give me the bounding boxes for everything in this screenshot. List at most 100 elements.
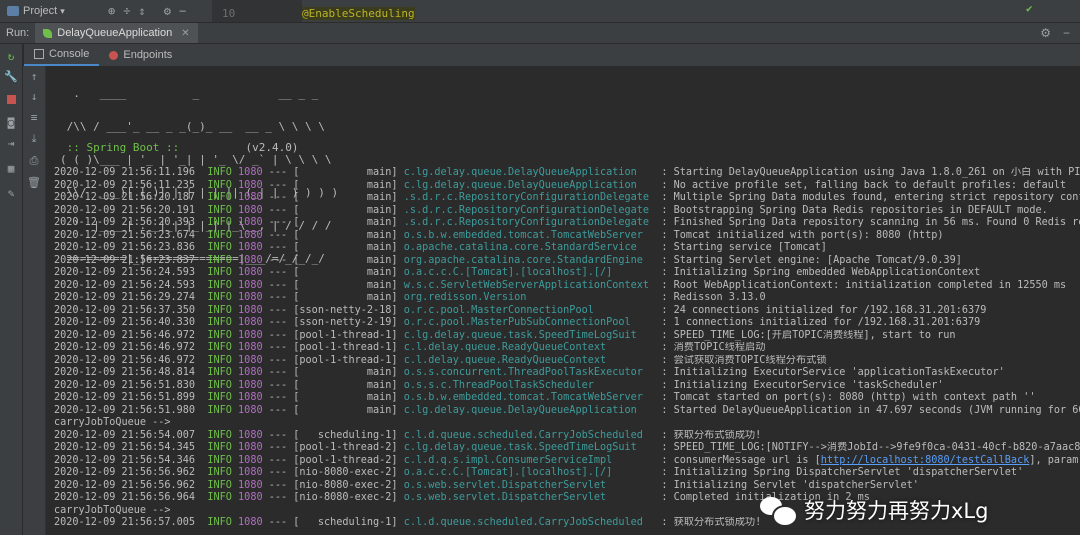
log-thread: [pool-1-thread-1] [293,354,398,366]
log-message: : consumerMessage url is [ [661,454,821,466]
log-level: INFO [207,242,232,253]
log-timestamp: 2020-12-09 21:56:37.350 [54,304,196,316]
log-timestamp: 2020-12-09 21:56:24.593 [54,279,196,291]
check-icon: ✔ [1026,2,1033,15]
arrow-down-icon[interactable]: ↓ [23,90,45,103]
log-logger: c.lg.delay.queue.task.SpeedTimeLogSuit [403,442,656,453]
soft-wrap-icon[interactable]: ≡ [23,111,45,124]
log-message: : Finished Spring Data repository scanni… [661,217,1080,228]
log-timestamp: 2020-12-09 21:56:11.196 [54,167,196,178]
log-level: INFO [207,254,232,266]
log-line: 2020-12-09 21:56:56.962 INFO 1080 --- [n… [54,479,919,491]
arrow-up-icon[interactable]: ↑ [23,70,45,83]
log-pid: 1080 [238,254,263,266]
sliders-icon[interactable]: ⇕ [138,4,145,18]
log-pid: 1080 [238,279,263,291]
log-logger: c.l.d.queue.scheduled.CarryJobScheduled [403,517,656,528]
log-line: 2020-12-09 21:56:46.972 INFO 1080 --- [p… [54,354,827,366]
log-line: 2020-12-09 21:56:54.346 INFO 1080 --- [p… [54,455,1080,468]
log-thread: [ main] [293,167,398,178]
layout-icon[interactable]: ▦ [0,162,22,175]
log-link[interactable]: http://localhost:8080/testCallBack [821,455,1030,466]
target-icon[interactable]: ⊕ [108,4,115,18]
pin-icon[interactable]: ✎ [0,187,22,200]
log-pid: 1080 [238,379,263,391]
log-message: : Initializing ExecutorService 'applicat… [661,367,1005,378]
log-logger: c.lg.delay.queue.DelayQueueApplication [403,179,656,191]
log-timestamp: 2020-12-09 21:56:56.964 [54,492,196,503]
camera-icon[interactable]: ◙ [0,116,22,129]
annotation-text: @EnableScheduling [302,7,415,20]
log-line: 2020-12-09 21:56:46.972 INFO 1080 --- [p… [54,329,956,341]
log-level: INFO [207,479,232,491]
log-level: INFO [207,342,232,353]
log-thread: [pool-1-thread-2] [293,442,398,453]
log-thread: [ main] [293,379,398,391]
log-message: : 24 connections initialized for /192.16… [661,304,987,316]
log-level: INFO [207,367,232,378]
gear-icon[interactable]: ⚙ [164,4,171,18]
log-pid: 1080 [238,442,263,453]
log-level: INFO [207,517,232,528]
run-toolbar: Run: DelayQueueApplication ✕ ⚙ − [0,23,1080,43]
log-message: : 获取分布式锁成功! [661,429,762,441]
top-toolbar: Project ▾ ⊕ ÷ ⇕ ⚙ − 10 @EnableScheduling… [0,0,1080,23]
log-line: 2020-12-09 21:56:23.836 INFO 1080 --- [ … [54,242,827,253]
scroll-to-end-icon[interactable]: ⤓ [23,132,45,146]
log-level: INFO [207,304,232,316]
trash-icon[interactable]: 🗑 [23,176,45,189]
stop-icon[interactable] [0,94,22,107]
tab-console[interactable]: Console [24,44,100,66]
log-timestamp: 2020-12-09 21:56:54.346 [54,454,196,466]
exit-icon[interactable]: ⇥ [0,137,22,150]
code-line[interactable]: @EnableScheduling [302,7,415,20]
log-timestamp: 2020-12-09 21:56:20.191 [54,204,196,216]
log-logger: o.s.web.servlet.DispatcherServlet [403,492,656,503]
console-icon [34,49,44,59]
log-line: 2020-12-09 21:56:40.330 INFO 1080 --- [s… [54,317,981,328]
project-tool-tab[interactable]: Project ▾ [0,0,106,22]
log-line: 2020-12-09 21:56:46.972 INFO 1080 --- [p… [54,342,766,353]
log-thread: [ main] [293,204,398,216]
console-output[interactable]: . ____ _ __ _ _ /\\ / ___'_ __ _ _(_)_ _… [46,66,1080,535]
log-timestamp: 2020-12-09 21:56:46.972 [54,342,196,353]
gear-icon[interactable]: ⚙ [1040,26,1051,40]
log-level: INFO [207,429,232,441]
log-message: : 1 connections initialized for /192.168… [661,317,981,328]
log-plain-text: carryJobToQueue --> [54,417,171,428]
log-timestamp: 2020-12-09 21:56:57.005 [54,517,196,528]
log-level: INFO [207,292,232,303]
minus-icon[interactable]: − [179,4,186,18]
log-thread: [ main] [293,267,398,278]
banner-line: /\\ / ___'_ __ _ _(_)_ __ __ _ \ \ \ \ [60,120,325,133]
log-line: 2020-12-09 21:56:20.191 INFO 1080 --- [ … [54,204,1048,216]
log-timestamp: 2020-12-09 21:56:20.393 [54,217,196,228]
log-timestamp: 2020-12-09 21:56:46.972 [54,329,196,341]
log-message: : Bootstrapping Spring Data Redis reposi… [661,204,1048,216]
log-level: INFO [207,442,232,453]
log-level: INFO [207,454,232,466]
close-icon[interactable]: ✕ [181,28,189,39]
spring-leaf-icon [43,28,53,38]
tab-endpoints-label: Endpoints [123,49,173,61]
divide-icon[interactable]: ÷ [123,4,130,18]
print-icon[interactable]: ⎙ [23,154,45,168]
log-timestamp: 2020-12-09 21:56:29.274 [54,292,196,303]
tab-console-label: Console [49,48,90,60]
editor-gutter: 10 [212,0,302,22]
log-logger: o.a.c.c.C.[Tomcat].[localhost].[/] [403,267,656,278]
minus-icon[interactable]: − [1063,26,1070,40]
log-pid: 1080 [238,454,263,466]
rerun-icon[interactable]: ↻ [0,50,22,63]
log-pid: 1080 [238,267,263,278]
wrench-icon[interactable]: 🔧 [0,70,22,83]
log-thread: [ main] [293,254,398,266]
tab-endpoints[interactable]: Endpoints [99,44,182,66]
run-toolbar-right: ⚙ − [1040,26,1070,40]
log-timestamp: 2020-12-09 21:56:56.962 [54,467,196,478]
log-timestamp: 2020-12-09 21:56:54.007 [54,429,196,441]
log-logger: o.apache.catalina.core.StandardService [403,242,656,253]
run-config-tab[interactable]: DelayQueueApplication ✕ [35,23,198,43]
log-line: 2020-12-09 21:56:20.187 INFO 1080 --- [ … [54,192,1080,205]
log-level: INFO [207,179,232,191]
